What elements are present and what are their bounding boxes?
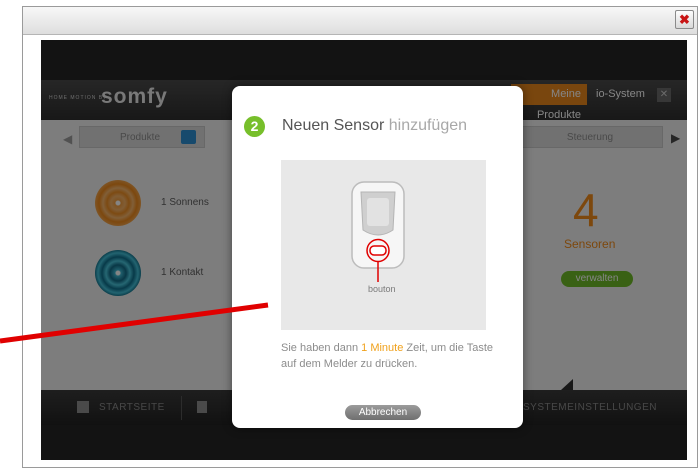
arrow-annotation	[0, 302, 269, 344]
